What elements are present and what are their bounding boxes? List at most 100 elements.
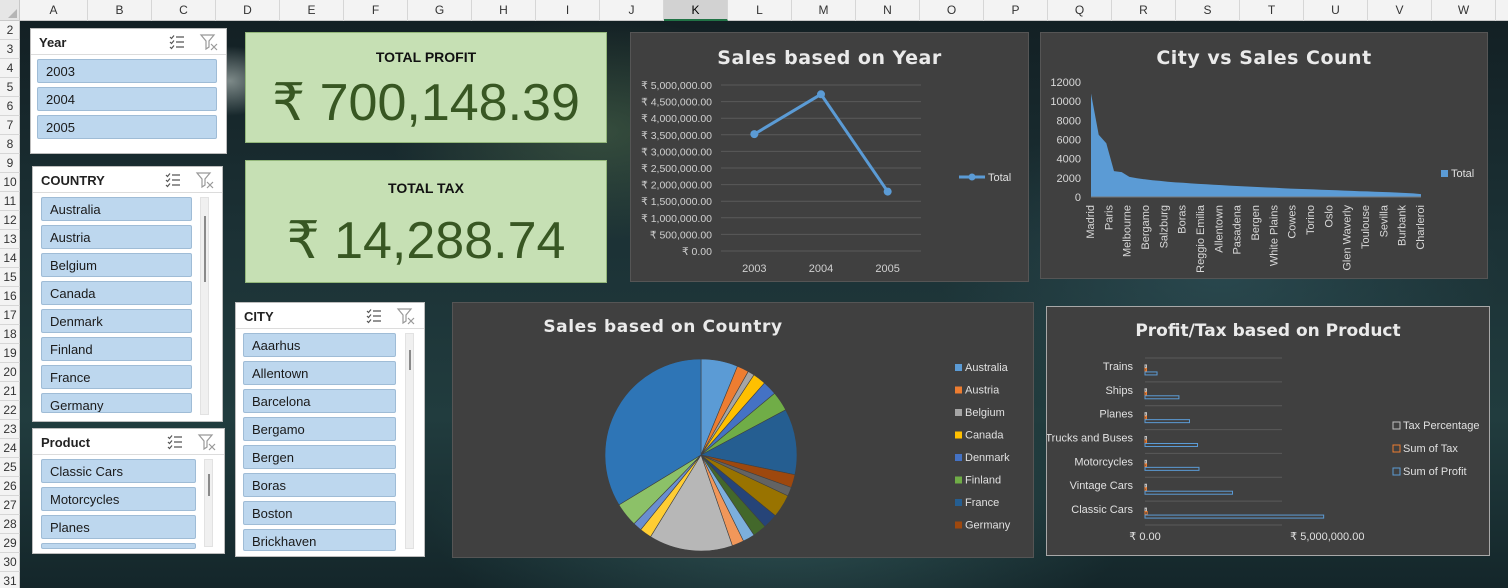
row-header-11[interactable]: 11 — [0, 192, 20, 211]
product-slicer-scrollbar[interactable] — [204, 459, 213, 547]
slicer-item-classic-cars[interactable]: Classic Cars — [41, 459, 196, 483]
column-header-v[interactable]: V — [1368, 0, 1432, 21]
profit-tax-by-product-chart[interactable]: Profit/Tax based on Product Trains Ships P… — [1046, 306, 1490, 556]
row-header-20[interactable]: 20 — [0, 363, 20, 382]
column-header-t[interactable]: T — [1240, 0, 1304, 21]
slicer-item-motorcycles[interactable]: Motorcycles — [41, 487, 196, 511]
scrollbar-thumb[interactable] — [208, 474, 210, 496]
column-header-g[interactable]: G — [408, 0, 472, 21]
row-header[interactable]: 2 3 4 5 6 7 8 9 10 11 12 13 14 15 16 17 18 19 20 21 22 23 24 25… — [0, 21, 20, 588]
column-header-d[interactable]: D — [216, 0, 280, 21]
row-header-27[interactable]: 27 — [0, 496, 20, 515]
slicer-item-austria[interactable]: Austria — [41, 225, 192, 249]
slicer-item-2005[interactable]: 2005 — [37, 115, 217, 139]
row-header-24[interactable]: 24 — [0, 439, 20, 458]
multi-select-icon[interactable] — [167, 32, 187, 52]
row-header-4[interactable]: 4 — [0, 59, 20, 78]
row-header-23[interactable]: 23 — [0, 420, 20, 439]
scrollbar-thumb[interactable] — [409, 350, 411, 370]
year-slicer[interactable]: Year 2003 2004 2005 — [30, 28, 227, 154]
multi-select-icon[interactable] — [165, 432, 185, 452]
row-header-14[interactable]: 14 — [0, 249, 20, 268]
column-header-k[interactable]: K — [664, 0, 728, 21]
slicer-item-finland[interactable]: Finland — [41, 337, 192, 361]
row-header-10[interactable]: 10 — [0, 173, 20, 192]
row-header-13[interactable]: 13 — [0, 230, 20, 249]
slicer-item-bergamo[interactable]: Bergamo — [243, 417, 396, 441]
row-header-8[interactable]: 8 — [0, 135, 20, 154]
clear-filter-icon[interactable] — [197, 432, 217, 452]
scrollbar-thumb[interactable] — [204, 216, 206, 282]
slicer-item-boras[interactable]: Boras — [243, 473, 396, 497]
column-header-u[interactable]: U — [1304, 0, 1368, 21]
slicer-item-belgium[interactable]: Belgium — [41, 253, 192, 277]
sales-by-year-chart[interactable]: Sales based on Year ₹ 5,000,000.00 ₹ 4,50… — [630, 32, 1029, 282]
country-slicer[interactable]: COUNTRY Australia Austria Belgium Canada… — [32, 166, 223, 422]
total-profit-card[interactable]: TOTAL PROFIT ₹ 700,148.39 — [245, 32, 607, 143]
row-header-16[interactable]: 16 — [0, 287, 20, 306]
column-header-j[interactable]: J — [600, 0, 664, 21]
row-header-22[interactable]: 22 — [0, 401, 20, 420]
product-slicer[interactable]: Product Classic Cars Motorcycles Planes — [32, 428, 225, 554]
row-header-6[interactable]: 6 — [0, 97, 20, 116]
column-header-n[interactable]: N — [856, 0, 920, 21]
row-header-28[interactable]: 28 — [0, 515, 20, 534]
column-header[interactable]: ABCDEFGHIJKLMNOPQRSTUVW — [0, 0, 1508, 21]
column-header-o[interactable]: O — [920, 0, 984, 21]
clear-filter-icon[interactable] — [195, 170, 215, 190]
column-header-p[interactable]: P — [984, 0, 1048, 21]
column-header-i[interactable]: I — [536, 0, 600, 21]
slicer-item-france[interactable]: France — [41, 365, 192, 389]
slicer-item-2004[interactable]: 2004 — [37, 87, 217, 111]
select-all-corner[interactable] — [0, 0, 20, 21]
slicer-item-germany[interactable]: Germany — [41, 393, 192, 413]
row-header-25[interactable]: 25 — [0, 458, 20, 477]
city-slicer-scrollbar[interactable] — [405, 333, 414, 549]
row-header-18[interactable]: 18 — [0, 325, 20, 344]
column-header-a[interactable]: A — [20, 0, 88, 21]
row-header-12[interactable]: 12 — [0, 211, 20, 230]
column-header-h[interactable]: H — [472, 0, 536, 21]
row-header-26[interactable]: 26 — [0, 477, 20, 496]
slicer-item-denmark[interactable]: Denmark — [41, 309, 192, 333]
slicer-item-partial[interactable] — [41, 543, 196, 549]
column-header-s[interactable]: S — [1176, 0, 1240, 21]
country-slicer-scrollbar[interactable] — [200, 197, 209, 415]
row-header-19[interactable]: 19 — [0, 344, 20, 363]
slicer-item-canada[interactable]: Canada — [41, 281, 192, 305]
city-slicer[interactable]: CITY Aaarhus Allentown Barcelona Bergamo… — [235, 302, 425, 557]
slicer-item-bergen[interactable]: Bergen — [243, 445, 396, 469]
row-header-3[interactable]: 3 — [0, 40, 20, 59]
row-header-2[interactable]: 2 — [0, 21, 20, 40]
row-header-15[interactable]: 15 — [0, 268, 20, 287]
slicer-item-brickhaven[interactable]: Brickhaven — [243, 529, 396, 551]
slicer-item-australia[interactable]: Australia — [41, 197, 192, 221]
row-header-31[interactable]: 31 — [0, 572, 20, 588]
column-header-b[interactable]: B — [88, 0, 152, 21]
column-header-e[interactable]: E — [280, 0, 344, 21]
slicer-item-2003[interactable]: 2003 — [37, 59, 217, 83]
column-header-l[interactable]: L — [728, 0, 792, 21]
row-header-21[interactable]: 21 — [0, 382, 20, 401]
column-header-r[interactable]: R — [1112, 0, 1176, 21]
slicer-item-barcelona[interactable]: Barcelona — [243, 389, 396, 413]
slicer-item-boston[interactable]: Boston — [243, 501, 396, 525]
clear-filter-icon[interactable] — [199, 32, 219, 52]
total-tax-card[interactable]: TOTAL TAX ₹ 14,288.74 — [245, 160, 607, 283]
column-header-m[interactable]: M — [792, 0, 856, 21]
row-header-5[interactable]: 5 — [0, 78, 20, 97]
column-header-w[interactable]: W — [1432, 0, 1496, 21]
row-header-17[interactable]: 17 — [0, 306, 20, 325]
row-header-7[interactable]: 7 — [0, 116, 20, 135]
row-header-9[interactable]: 9 — [0, 154, 20, 173]
multi-select-icon[interactable] — [163, 170, 183, 190]
column-header-q[interactable]: Q — [1048, 0, 1112, 21]
slicer-item-allentown[interactable]: Allentown — [243, 361, 396, 385]
row-header-29[interactable]: 29 — [0, 534, 20, 553]
city-sales-count-chart[interactable]: City vs Sales Count 12000 10000 8000 6000 40… — [1040, 32, 1488, 279]
column-header-c[interactable]: C — [152, 0, 216, 21]
slicer-item-planes[interactable]: Planes — [41, 515, 196, 539]
sales-by-country-chart[interactable]: Sales based on Country Australia Austria B… — [452, 302, 1034, 558]
row-header-30[interactable]: 30 — [0, 553, 20, 572]
column-header-f[interactable]: F — [344, 0, 408, 21]
